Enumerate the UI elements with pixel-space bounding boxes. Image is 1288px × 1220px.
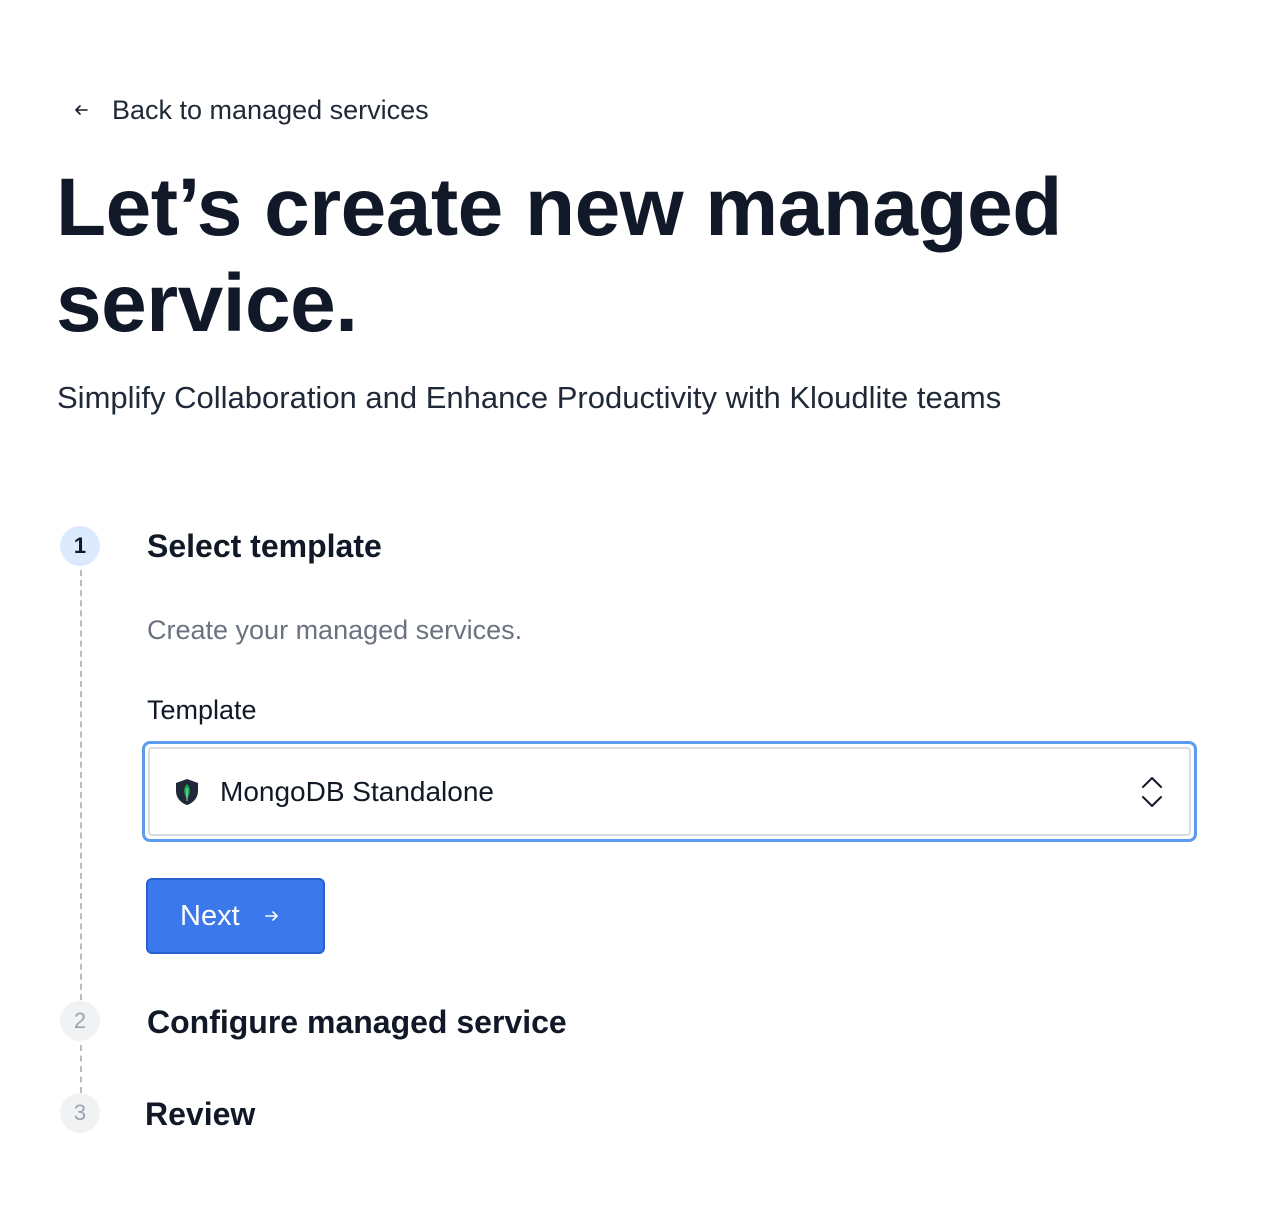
template-select-field[interactable]: MongoDB Standalone [148, 747, 1191, 836]
template-select-value: MongoDB Standalone [220, 775, 494, 807]
page-title: Let’s create new managed service. [56, 162, 1062, 349]
next-button[interactable]: Next [146, 878, 325, 954]
arrow-right-icon [264, 908, 280, 924]
step-1-description: Create your managed services. [147, 615, 523, 645]
step-3-indicator: 3 [60, 1093, 100, 1133]
step-1-title: Select template [147, 528, 382, 564]
arrow-left-icon [72, 101, 90, 119]
mongodb-leaf-icon [172, 777, 202, 807]
page-subtitle: Simplify Collaboration and Enhance Produ… [57, 380, 1002, 415]
back-to-managed-services-link[interactable]: Back to managed services [60, 88, 441, 132]
step-2-title: Configure managed service [147, 1004, 567, 1040]
template-select[interactable]: MongoDB Standalone [142, 741, 1197, 842]
step-3-title: Review [145, 1096, 256, 1132]
back-link-label: Back to managed services [112, 94, 429, 125]
step-1-indicator: 1 [60, 526, 100, 566]
next-button-label: Next [180, 899, 240, 932]
step-connector-2 [80, 1045, 82, 1093]
step-connector-1 [80, 570, 82, 1000]
template-label: Template [147, 695, 257, 725]
chevron-up-down-icon [1137, 772, 1167, 812]
step-2-indicator: 2 [60, 1001, 100, 1041]
